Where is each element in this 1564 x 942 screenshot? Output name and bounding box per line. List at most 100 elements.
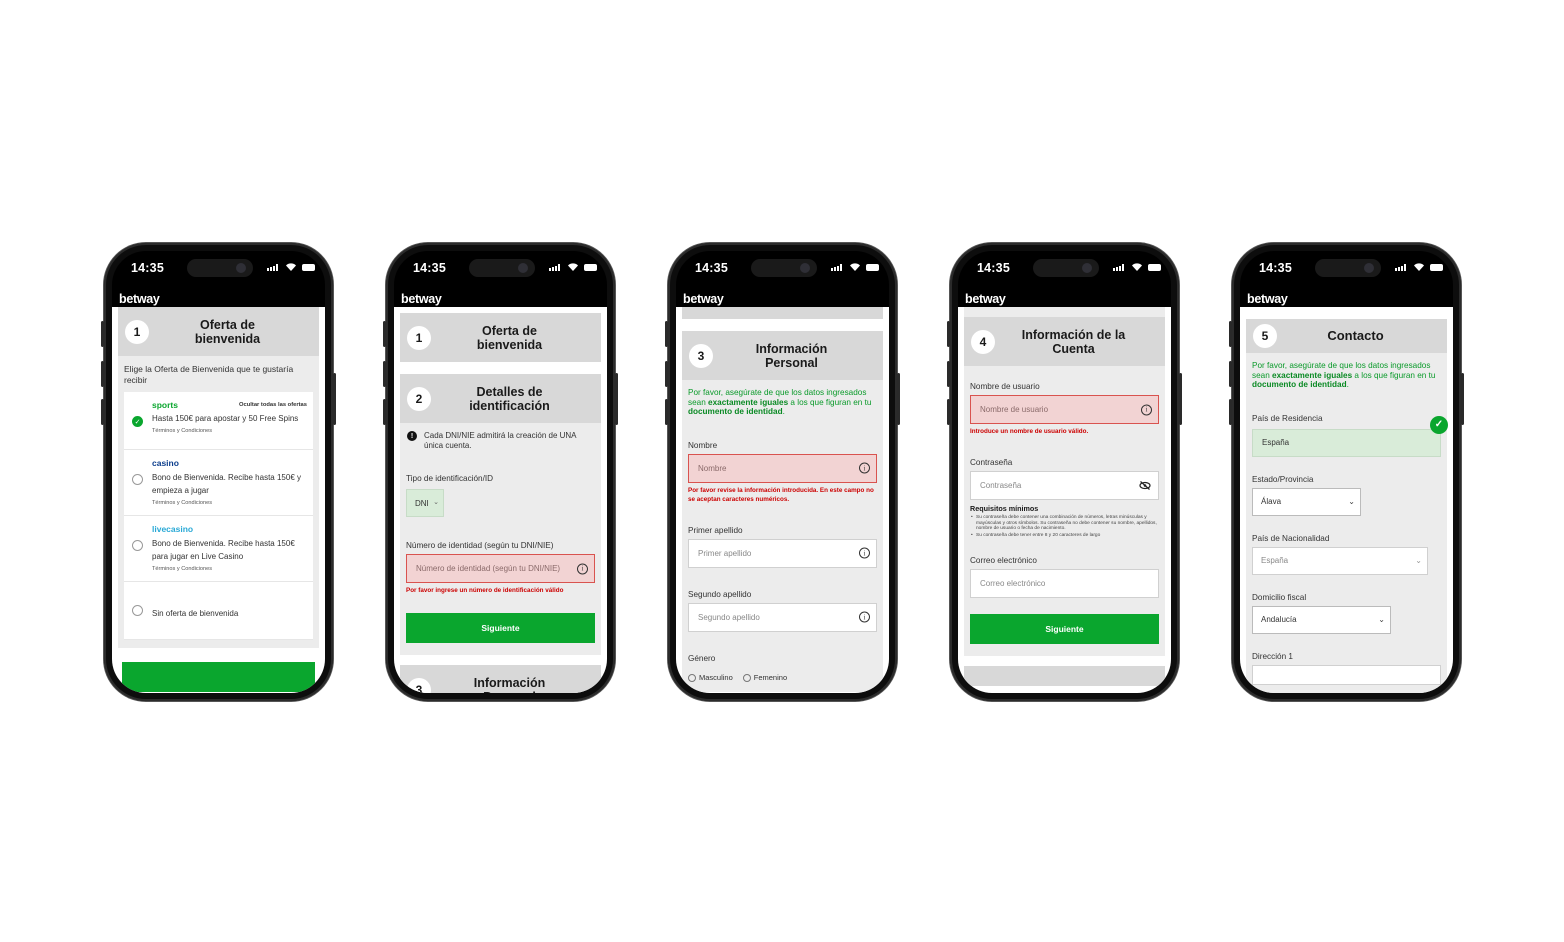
next-button[interactable]: Siguiente bbox=[970, 614, 1159, 645]
name-error-message: Por favor revise la información introduc… bbox=[688, 486, 874, 503]
email-input[interactable]: Correo electrónico bbox=[970, 569, 1159, 599]
input-placeholder: Nombre bbox=[698, 463, 727, 473]
state-select[interactable]: Álava ⌄ bbox=[1252, 487, 1361, 516]
phone-mockup-1: 14:35 betway 1 Oferta de bienvenida Elig… bbox=[101, 243, 336, 701]
gender-option-female[interactable]: Femenino bbox=[742, 673, 787, 682]
step-number: 5 bbox=[1253, 324, 1277, 348]
offer-description: Bono de Bienvenida. Recibe hasta 150€ y … bbox=[152, 473, 301, 495]
terms-link[interactable]: Términos y Condiciones bbox=[152, 566, 307, 572]
wifi-icon bbox=[850, 263, 860, 271]
residence-field[interactable]: España ✓ bbox=[1252, 415, 1448, 457]
nationality-value: España bbox=[1261, 556, 1289, 565]
signal-icon bbox=[549, 264, 560, 271]
state-value: Álava bbox=[1261, 497, 1282, 506]
terms-link[interactable]: Términos y Condiciones bbox=[152, 500, 307, 506]
step-number: 2 bbox=[407, 386, 431, 411]
step-number: 1 bbox=[125, 319, 149, 344]
step-title: Oferta de bienvenida bbox=[194, 317, 261, 346]
radio-selected-icon[interactable]: ✓ bbox=[132, 416, 143, 427]
signal-icon bbox=[831, 264, 842, 271]
step-header-contact[interactable]: 5 Contacto bbox=[1246, 319, 1447, 353]
battery-icon bbox=[1430, 264, 1443, 271]
identity-notice: Por favor, asegúrate de que los datos in… bbox=[688, 388, 872, 416]
eye-off-icon[interactable] bbox=[1139, 481, 1151, 490]
gender-option-male[interactable]: Masculino bbox=[688, 673, 733, 682]
phone-screen: 14:35 betway 3 Información Personal Por … bbox=[676, 251, 889, 693]
offer-casino[interactable]: casino Bono de Bienvenida. Recibe hasta … bbox=[124, 450, 313, 516]
info-icon[interactable]: i bbox=[577, 563, 588, 574]
page-content: 1 Oferta de bienvenida 2 Detalles de ide… bbox=[394, 307, 607, 693]
address-label: Dirección 1 bbox=[1252, 651, 1293, 661]
password-input[interactable]: Contraseña bbox=[970, 471, 1159, 500]
surname1-label: Primer apellido bbox=[688, 525, 743, 535]
betway-logo[interactable]: betway bbox=[683, 292, 724, 306]
info-icon[interactable]: i bbox=[859, 611, 870, 623]
hide-all-offers-link[interactable]: Ocultar todas las ofertas bbox=[239, 402, 307, 408]
state-label: Estado/Provincia bbox=[1252, 474, 1314, 484]
username-input[interactable]: Nombre de usuario i bbox=[970, 395, 1159, 424]
surname2-input[interactable]: Segundo apellido i bbox=[688, 602, 877, 632]
continue-button[interactable] bbox=[122, 662, 315, 692]
fiscal-value: Andalucía bbox=[1261, 615, 1297, 624]
id-number-label: Número de identidad (según tu DNI/NIE) bbox=[406, 541, 554, 550]
surname1-input[interactable]: Primer apellido i bbox=[688, 538, 877, 568]
dynamic-island bbox=[1033, 259, 1099, 277]
battery-icon bbox=[866, 264, 879, 271]
id-type-label: Tipo de identificación/ID bbox=[406, 474, 494, 483]
radio-icon[interactable] bbox=[132, 540, 143, 551]
phone-mockup-5: 14:35 betway 5 Contacto Por favor, asegú… bbox=[1229, 243, 1464, 701]
check-circle-icon: ✓ bbox=[1430, 415, 1448, 434]
status-bar: 14:35 bbox=[394, 251, 607, 281]
betway-logo[interactable]: betway bbox=[401, 292, 442, 306]
id-number-input[interactable]: Número de identidad (según tu DNI/NIE) i bbox=[406, 554, 595, 583]
offer-description: Bono de Bienvenida. Recibe hasta 150€ pa… bbox=[152, 539, 295, 561]
betway-logo[interactable]: betway bbox=[1247, 292, 1288, 306]
step-header-account[interactable]: 4 Información de la Cuenta bbox=[964, 317, 1165, 366]
betway-logo[interactable]: betway bbox=[119, 292, 160, 306]
phone-mockup-3: 14:35 betway 3 Información Personal Por … bbox=[665, 243, 900, 701]
step-title: Contacto bbox=[1327, 328, 1384, 343]
step-number: 4 bbox=[971, 329, 995, 354]
offer-description: Sin oferta de bienvenida bbox=[152, 609, 239, 618]
info-filled-icon: ! bbox=[407, 431, 417, 441]
step-header-identification[interactable]: 2 Detalles de identificación bbox=[400, 374, 601, 423]
status-bar: 14:35 bbox=[676, 251, 889, 281]
info-icon[interactable]: i bbox=[1141, 404, 1152, 415]
status-time: 14:35 bbox=[695, 261, 728, 275]
id-type-select[interactable]: DNI ⌄ bbox=[406, 489, 444, 517]
address-input[interactable] bbox=[1252, 664, 1441, 685]
radio-icon[interactable] bbox=[132, 474, 143, 485]
step-header-personal[interactable]: 3 Información Personal bbox=[400, 665, 601, 693]
phone-screen: 14:35 betway 1 Oferta de bienvenida Elig… bbox=[112, 251, 325, 693]
offer-none[interactable]: Sin oferta de bienvenida bbox=[124, 582, 313, 640]
terms-link[interactable]: Términos y Condiciones bbox=[152, 428, 307, 434]
residence-label: País de Residencia bbox=[1252, 413, 1323, 423]
chevron-down-icon: ⌄ bbox=[1348, 496, 1355, 506]
step-title: Información Personal bbox=[473, 675, 546, 694]
name-input[interactable]: Nombre i bbox=[688, 453, 877, 483]
step-header-welcome[interactable]: 1 Oferta de bienvenida bbox=[400, 313, 601, 362]
nationality-label: País de Nacionalidad bbox=[1252, 533, 1330, 543]
signal-icon bbox=[267, 264, 278, 271]
name-label: Nombre bbox=[688, 440, 718, 450]
offer-sports[interactable]: ✓ sports Ocultar todas las ofertas Hasta… bbox=[124, 392, 313, 450]
chevron-down-icon: ⌄ bbox=[433, 499, 439, 506]
step-header-personal[interactable]: 3 Información Personal bbox=[682, 331, 883, 380]
offer-livecasino[interactable]: livecasino Bono de Bienvenida. Recibe ha… bbox=[124, 516, 313, 582]
next-button[interactable]: Siguiente bbox=[406, 613, 595, 643]
password-label: Contraseña bbox=[970, 458, 1013, 467]
battery-icon bbox=[584, 264, 597, 271]
nationality-select[interactable]: España ⌄ bbox=[1252, 546, 1428, 575]
info-icon[interactable]: i bbox=[859, 547, 870, 559]
radio-icon[interactable] bbox=[132, 605, 143, 616]
status-bar: 14:35 bbox=[112, 251, 325, 281]
info-icon[interactable]: i bbox=[859, 462, 870, 474]
step-header-welcome[interactable]: 1 Oferta de bienvenida bbox=[118, 307, 319, 356]
page-content: 4 Información de la Cuenta Nombre de usu… bbox=[958, 307, 1171, 693]
username-label: Nombre de usuario bbox=[970, 382, 1040, 391]
betway-logo[interactable]: betway bbox=[965, 292, 1006, 306]
step-title: Oferta de bienvenida bbox=[476, 323, 543, 352]
phone-screen: 14:35 betway 5 Contacto Por favor, asegú… bbox=[1240, 251, 1453, 693]
offer-title: casino bbox=[152, 458, 179, 468]
fiscal-select[interactable]: Andalucía ⌄ bbox=[1252, 605, 1391, 634]
